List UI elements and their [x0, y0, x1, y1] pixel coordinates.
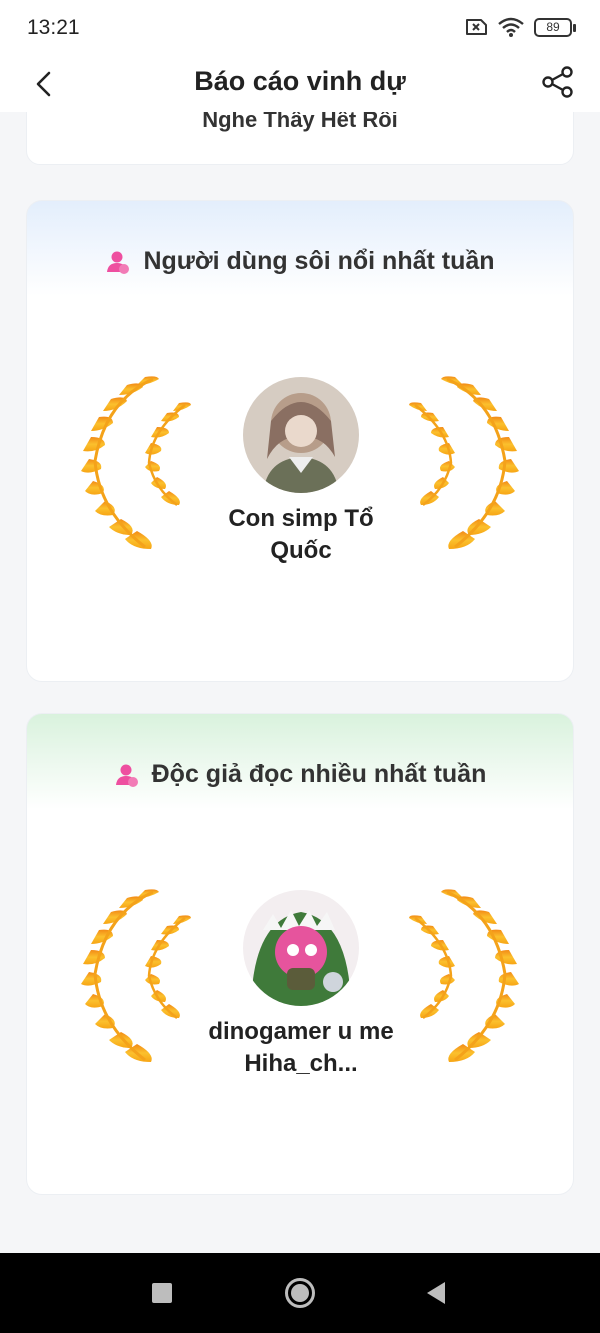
content-scroll[interactable]: Nghe Thấy Hết Rồi Người dùng sôi nổi nhấ…: [0, 112, 600, 1253]
laurel-right-icon: [405, 884, 525, 1066]
sim-blocked-icon: [466, 19, 487, 35]
status-icons: 89: [464, 17, 576, 37]
user-icon: [107, 251, 130, 274]
system-nav-bar: [0, 1253, 600, 1333]
award-card-most-active: Người dùng sôi nổi nhất tuần Con simp Tổ…: [26, 200, 574, 682]
recents-button[interactable]: [144, 1275, 180, 1311]
laurel-right-icon: [405, 371, 525, 553]
back-nav-button[interactable]: [418, 1275, 454, 1311]
home-button[interactable]: [282, 1275, 318, 1311]
winner-name[interactable]: dinogamer u me Hiha_ch...: [201, 1016, 401, 1080]
share-icon: [542, 66, 573, 98]
status-time: 13:21: [27, 16, 80, 39]
previous-award-card: Nghe Thấy Hết Rồi: [26, 112, 574, 165]
previous-winner-name: Nghe Thấy Hết Rồi: [202, 112, 398, 132]
award-card-top-reader: Độc giả đọc nhiều nhất tuần dinogamer u …: [26, 713, 574, 1195]
square-icon: [152, 1283, 172, 1303]
laurel-left-icon: [75, 884, 195, 1066]
laurel-left-icon: [75, 371, 195, 553]
triangle-back-icon: [427, 1282, 445, 1304]
card-title: Người dùng sôi nổi nhất tuần: [143, 247, 495, 275]
share-button[interactable]: [538, 62, 578, 102]
card-header: Người dùng sôi nổi nhất tuần: [27, 247, 573, 276]
card-header: Độc giả đọc nhiều nhất tuần: [27, 760, 573, 789]
avatar[interactable]: [243, 890, 359, 1006]
app-header: Báo cáo vinh dự: [0, 56, 600, 112]
user-icon: [115, 764, 138, 787]
wifi-icon: [498, 17, 524, 37]
page-title: Báo cáo vinh dự: [194, 66, 406, 96]
status-bar: 13:21 89: [0, 0, 600, 56]
card-title: Độc giả đọc nhiều nhất tuần: [151, 760, 487, 788]
winner-name[interactable]: Con simp Tổ Quốc: [201, 503, 401, 567]
circle-icon: [285, 1278, 315, 1308]
avatar[interactable]: [243, 377, 359, 493]
battery-icon: 89: [534, 17, 576, 37]
